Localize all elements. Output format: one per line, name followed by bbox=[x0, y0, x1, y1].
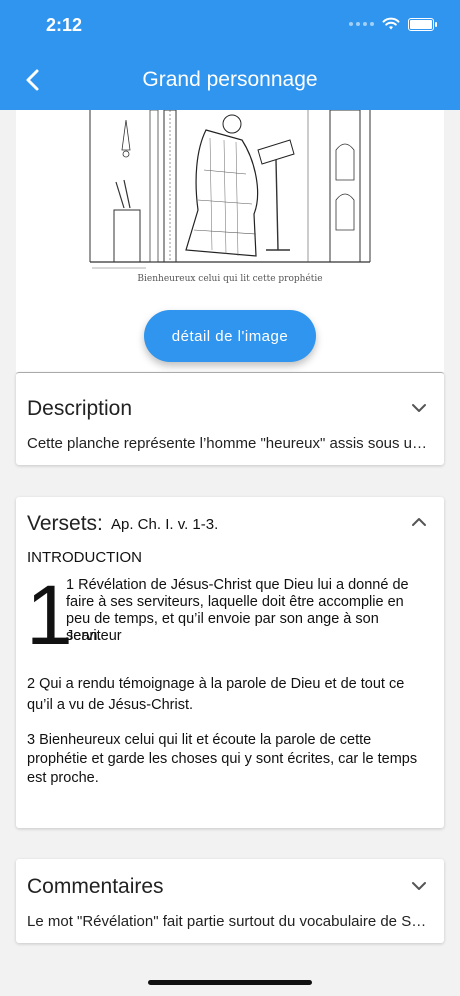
verse-1: 1 Révélation de Jésus-Christ que Dieu lu… bbox=[66, 577, 409, 644]
image-section: Bienheureux celui qui lit cette prophéti… bbox=[16, 110, 444, 372]
versets-card: Versets: Ap. Ch. I. v. 1-3. INTRODUCTION… bbox=[16, 497, 444, 828]
chevron-up-icon[interactable] bbox=[410, 513, 428, 531]
battery-icon bbox=[408, 17, 437, 31]
verse-3: 3 Bienheureux celui qui lit et écoute la… bbox=[27, 732, 418, 786]
description-card[interactable]: Description Cette planche représente l’h… bbox=[16, 372, 444, 465]
wifi-icon bbox=[382, 17, 400, 30]
status-icons bbox=[349, 17, 437, 31]
app-bar: Grand personnage bbox=[0, 58, 460, 102]
commentaires-card[interactable]: Commentaires Le mot "Révélation" fait pa… bbox=[16, 859, 444, 943]
status-time: 2:12 bbox=[46, 15, 83, 35]
engraving-image[interactable] bbox=[86, 110, 374, 290]
commentaires-header[interactable]: Commentaires bbox=[16, 859, 444, 909]
description-header[interactable]: Description bbox=[16, 373, 444, 433]
description-title: Description bbox=[27, 397, 133, 420]
commentaires-preview: Le mot "Révélation" fait partie surtout … bbox=[27, 913, 432, 930]
app-header: 2:12 Grand personnage bbox=[0, 0, 460, 110]
verse-2: 2 Qui a rendu témoignage à la parole de … bbox=[27, 676, 405, 713]
cellular-icon bbox=[349, 22, 374, 26]
home-indicator[interactable] bbox=[148, 980, 312, 985]
versets-title: Versets: bbox=[27, 512, 103, 535]
image-detail-button[interactable]: détail de l'image bbox=[144, 310, 316, 362]
versets-header[interactable]: Versets: Ap. Ch. I. v. 1-3. bbox=[16, 497, 444, 557]
page-title: Grand personnage bbox=[142, 68, 318, 91]
commentaires-title: Commentaires bbox=[27, 875, 164, 898]
chevron-down-icon[interactable] bbox=[410, 877, 428, 895]
verse-1-end: Jean. bbox=[66, 628, 102, 644]
chevron-down-icon[interactable] bbox=[410, 399, 428, 417]
status-bar: 2:12 bbox=[0, 14, 460, 38]
versets-reference: Ap. Ch. I. v. 1-3. bbox=[111, 516, 219, 533]
description-preview: Cette planche représente l’homme "heureu… bbox=[27, 435, 432, 452]
versets-intro: INTRODUCTION bbox=[27, 549, 142, 566]
image-caption: Bienheureux celui qui lit cette prophéti… bbox=[137, 274, 323, 284]
